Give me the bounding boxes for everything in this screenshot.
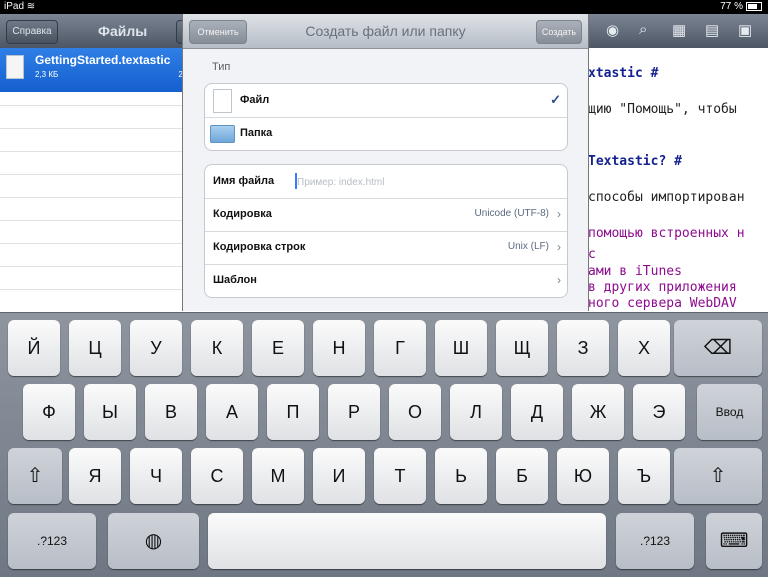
key-Ф[interactable]: Ф bbox=[23, 384, 75, 440]
type-option-label: Файл bbox=[240, 94, 270, 106]
hide-keyboard-icon[interactable]: ⌨ bbox=[706, 513, 762, 569]
new-file-modal: Отменить Создать файл или папку Создать … bbox=[182, 14, 589, 311]
code-line: щию "Помощь", чтобы bbox=[588, 102, 737, 117]
key-Ъ[interactable]: Ъ bbox=[618, 448, 670, 504]
numbers-key-right[interactable]: .?123 bbox=[616, 513, 694, 569]
help-button[interactable]: Справка bbox=[6, 20, 58, 44]
battery-status: 77 % bbox=[720, 1, 762, 12]
key-Э[interactable]: Э bbox=[633, 384, 685, 440]
document-icon bbox=[6, 55, 24, 79]
template-label: Шаблон bbox=[213, 274, 257, 286]
line-ending-value: Unix (LF) bbox=[507, 241, 549, 252]
chevron-right-icon: › bbox=[557, 240, 561, 254]
backspace-icon[interactable]: ⌫ bbox=[674, 320, 762, 376]
code-line: xtastic # bbox=[588, 66, 659, 81]
key-Д[interactable]: Д bbox=[511, 384, 563, 440]
key-З[interactable]: З bbox=[557, 320, 609, 376]
key-Б[interactable]: Б bbox=[496, 448, 548, 504]
key-К[interactable]: К bbox=[191, 320, 243, 376]
code-line: помощью встроенных н bbox=[588, 226, 745, 241]
key-Г[interactable]: Г bbox=[374, 320, 426, 376]
key-Н[interactable]: Н bbox=[313, 320, 365, 376]
type-option-label: Папка bbox=[240, 127, 273, 139]
code-line: Textastic? # bbox=[588, 154, 682, 169]
file-icon[interactable]: ▤ bbox=[705, 21, 719, 39]
line-ending-label: Кодировка строк bbox=[213, 241, 306, 253]
file-name-row[interactable]: Имя файла bbox=[205, 165, 567, 199]
files-sidebar: Справка Файлы GettingStarted.textastic 2… bbox=[0, 14, 200, 312]
file-name-label: Имя файла bbox=[213, 175, 275, 187]
code-line: ами в iTunes bbox=[588, 264, 682, 279]
file-list-item-selected[interactable]: GettingStarted.textastic 2,3 КБ 22:5 bbox=[0, 48, 198, 92]
files-toolbar: Справка Файлы bbox=[0, 14, 200, 48]
modal-title: Создать файл или папку bbox=[305, 23, 466, 39]
numbers-key[interactable]: .?123 bbox=[8, 513, 96, 569]
key-Т[interactable]: Т bbox=[374, 448, 426, 504]
code-line: в других приложения bbox=[588, 280, 737, 295]
checkmark-icon: ✓ bbox=[550, 92, 561, 107]
key-Л[interactable]: Л bbox=[450, 384, 502, 440]
key-Ж[interactable]: Ж bbox=[572, 384, 624, 440]
file-name: GettingStarted.textastic bbox=[35, 53, 171, 67]
key-А[interactable]: А bbox=[206, 384, 258, 440]
carrier-label: iPad ≋ bbox=[4, 1, 36, 12]
key-У[interactable]: У bbox=[130, 320, 182, 376]
globe-icon[interactable]: ◍ bbox=[108, 513, 199, 569]
encoding-row[interactable]: Кодировка Unicode (UTF-8) › bbox=[205, 198, 567, 232]
shift-right-icon[interactable]: ⇧ bbox=[674, 448, 762, 504]
search-icon[interactable]: ⌕ bbox=[639, 21, 647, 38]
key-Ч[interactable]: Ч bbox=[130, 448, 182, 504]
key-Ы[interactable]: Ы bbox=[84, 384, 136, 440]
file-name-input[interactable] bbox=[295, 173, 549, 192]
type-option-file[interactable]: Файл ✓ bbox=[205, 84, 567, 118]
key-Р[interactable]: Р bbox=[328, 384, 380, 440]
symbols-icon[interactable]: ▦ bbox=[672, 21, 686, 39]
folder-icon bbox=[210, 125, 235, 143]
preview-icon[interactable]: ◉ bbox=[606, 21, 619, 39]
key-М[interactable]: М bbox=[252, 448, 304, 504]
chevron-right-icon: › bbox=[557, 207, 561, 221]
key-В[interactable]: В bbox=[145, 384, 197, 440]
file-icon bbox=[213, 89, 232, 113]
key-И[interactable]: И bbox=[313, 448, 365, 504]
code-line: ного сервера WebDAV bbox=[588, 296, 737, 311]
file-size: 2,3 КБ bbox=[35, 70, 59, 79]
key-П[interactable]: П bbox=[267, 384, 319, 440]
key-Х[interactable]: Х bbox=[618, 320, 670, 376]
share-icon[interactable]: ▣ bbox=[738, 21, 752, 39]
key-Щ[interactable]: Щ bbox=[496, 320, 548, 376]
file-settings-group: Имя файла Кодировка Unicode (UTF-8) › Ко… bbox=[204, 164, 568, 298]
wifi-icon: ≋ bbox=[26, 1, 36, 12]
chevron-right-icon: › bbox=[557, 273, 561, 287]
battery-icon bbox=[746, 1, 762, 11]
modal-header: Отменить Создать файл или папку Создать bbox=[183, 14, 588, 49]
key-О[interactable]: О bbox=[389, 384, 441, 440]
space-bar[interactable] bbox=[208, 513, 606, 569]
key-С[interactable]: С bbox=[191, 448, 243, 504]
shift-left-icon[interactable]: ⇧ bbox=[8, 448, 62, 504]
key-Я[interactable]: Я bbox=[69, 448, 121, 504]
files-title: Файлы bbox=[98, 23, 148, 39]
create-button[interactable]: Создать bbox=[536, 20, 582, 44]
encoding-value: Unicode (UTF-8) bbox=[474, 208, 549, 219]
key-Е[interactable]: Е bbox=[252, 320, 304, 376]
key-Ш[interactable]: Ш bbox=[435, 320, 487, 376]
key-Ь[interactable]: Ь bbox=[435, 448, 487, 504]
encoding-label: Кодировка bbox=[213, 208, 272, 220]
status-bar: iPad ≋ 77 % bbox=[0, 0, 768, 14]
type-section-label: Тип bbox=[212, 61, 231, 73]
type-option-folder[interactable]: Папка bbox=[205, 117, 567, 150]
line-ending-row[interactable]: Кодировка строк Unix (LF) › bbox=[205, 231, 567, 265]
key-Й[interactable]: Й bbox=[8, 320, 60, 376]
type-options-group: Файл ✓ Папка bbox=[204, 83, 568, 151]
code-line: способы импортирован bbox=[588, 190, 745, 205]
enter-key[interactable]: Ввод bbox=[697, 384, 762, 440]
key-Ц[interactable]: Ц bbox=[69, 320, 121, 376]
onscreen-keyboard: Й Ц У К Е Н Г Ш Щ З Х ⌫ Ф Ы В А П Р О Л Д Ж Э Ввод ⇧ Я Ч С М И Т Ь Б Ю Ъ ⇧.… bbox=[0, 312, 768, 577]
template-row[interactable]: Шаблон › bbox=[205, 264, 567, 297]
key-Ю[interactable]: Ю bbox=[557, 448, 609, 504]
code-line: с bbox=[588, 247, 596, 262]
